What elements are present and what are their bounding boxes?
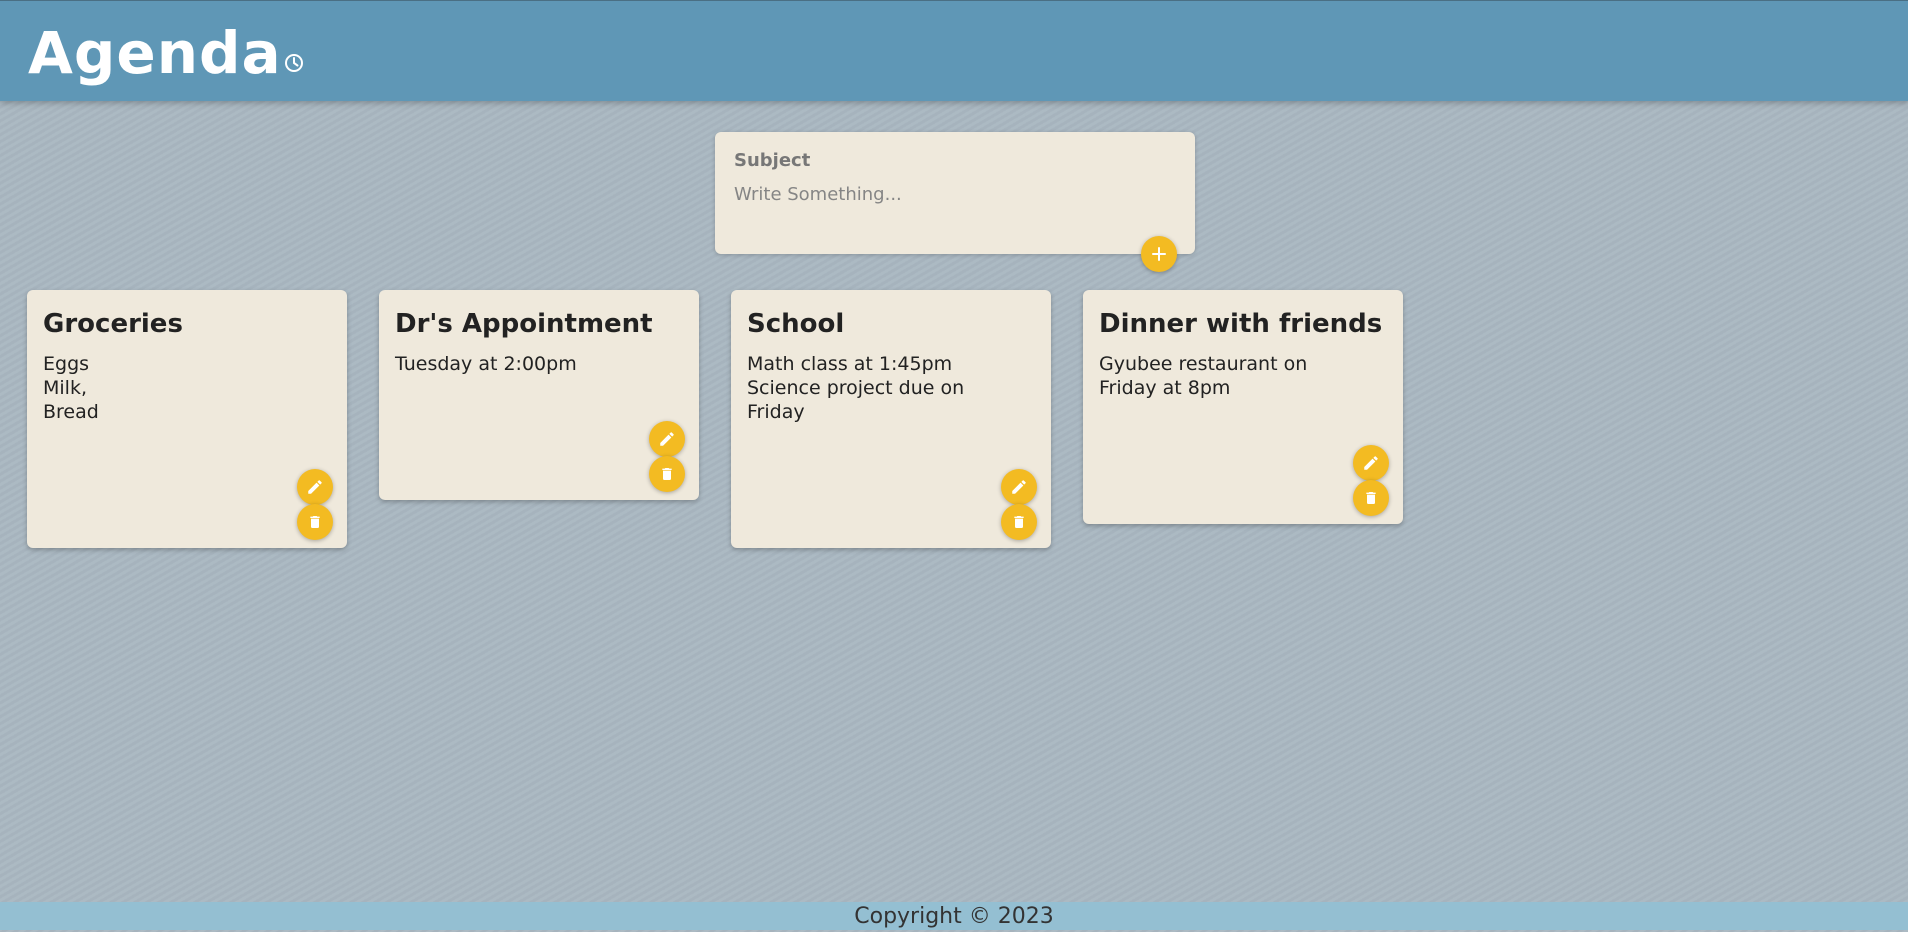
- subject-input[interactable]: [734, 150, 1134, 171]
- edit-note-button[interactable]: [1353, 445, 1389, 481]
- edit-note-button[interactable]: [1001, 469, 1037, 505]
- edit-note-button[interactable]: [649, 421, 685, 457]
- note-line: Milk,: [43, 377, 87, 399]
- page-footer: Copyright © 2023: [0, 902, 1908, 930]
- pencil-icon: [1364, 456, 1378, 470]
- copyright-text: Copyright © 2023: [854, 904, 1054, 929]
- pencil-icon: [660, 432, 674, 446]
- delete-note-button[interactable]: [1001, 504, 1037, 540]
- note-line: Math class at 1:45pm: [747, 353, 953, 375]
- note-body: Eggs Milk, Bread: [43, 352, 333, 424]
- delete-note-button[interactable]: [649, 456, 685, 492]
- note-line: Friday: [747, 401, 805, 423]
- trash-icon: [1014, 516, 1024, 528]
- note-line: Tuesday at 2:00pm: [395, 353, 577, 375]
- add-note-button[interactable]: [1141, 236, 1177, 272]
- note-line: Friday at 8pm: [1099, 377, 1231, 399]
- clock-icon: [284, 54, 303, 72]
- note-card: School Math class at 1:45pm Science projec…: [731, 290, 1051, 548]
- edit-note-button[interactable]: [297, 469, 333, 505]
- note-body: Gyubee restaurant on Friday at 8pm: [1099, 352, 1389, 400]
- trash-icon: [1366, 492, 1376, 504]
- note-composer: [715, 132, 1195, 254]
- trash-icon: [662, 468, 672, 480]
- note-title: Groceries: [43, 309, 183, 339]
- note-body: Math class at 1:45pm Science project due …: [747, 352, 1037, 424]
- note-line: Gyubee restaurant on: [1099, 353, 1308, 375]
- pencil-icon: [1012, 480, 1026, 494]
- plus-icon: [1152, 247, 1166, 261]
- note-body: Tuesday at 2:00pm: [395, 352, 685, 376]
- delete-note-button[interactable]: [297, 504, 333, 540]
- note-title: Dr's Appointment: [395, 309, 653, 339]
- note-title: School: [747, 309, 845, 339]
- app-title: Agenda: [28, 19, 282, 87]
- app-brand: Agenda: [28, 19, 304, 87]
- note-body-input[interactable]: [734, 184, 1154, 205]
- note-line: Eggs: [43, 353, 90, 375]
- note-card: Groceries Eggs Milk, Bread: [27, 290, 347, 548]
- note-title: Dinner with friends: [1099, 309, 1383, 339]
- note-line: Science project due on: [747, 377, 965, 399]
- trash-icon: [310, 516, 320, 528]
- note-card: Dinner with friends Gyubee restaurant on F…: [1083, 290, 1403, 524]
- app-header: Agenda: [0, 0, 1908, 101]
- pencil-icon: [308, 480, 322, 494]
- note-line: Bread: [43, 401, 99, 423]
- note-card: Dr's Appointment Tuesday at 2:00pm: [379, 290, 699, 500]
- delete-note-button[interactable]: [1353, 480, 1389, 516]
